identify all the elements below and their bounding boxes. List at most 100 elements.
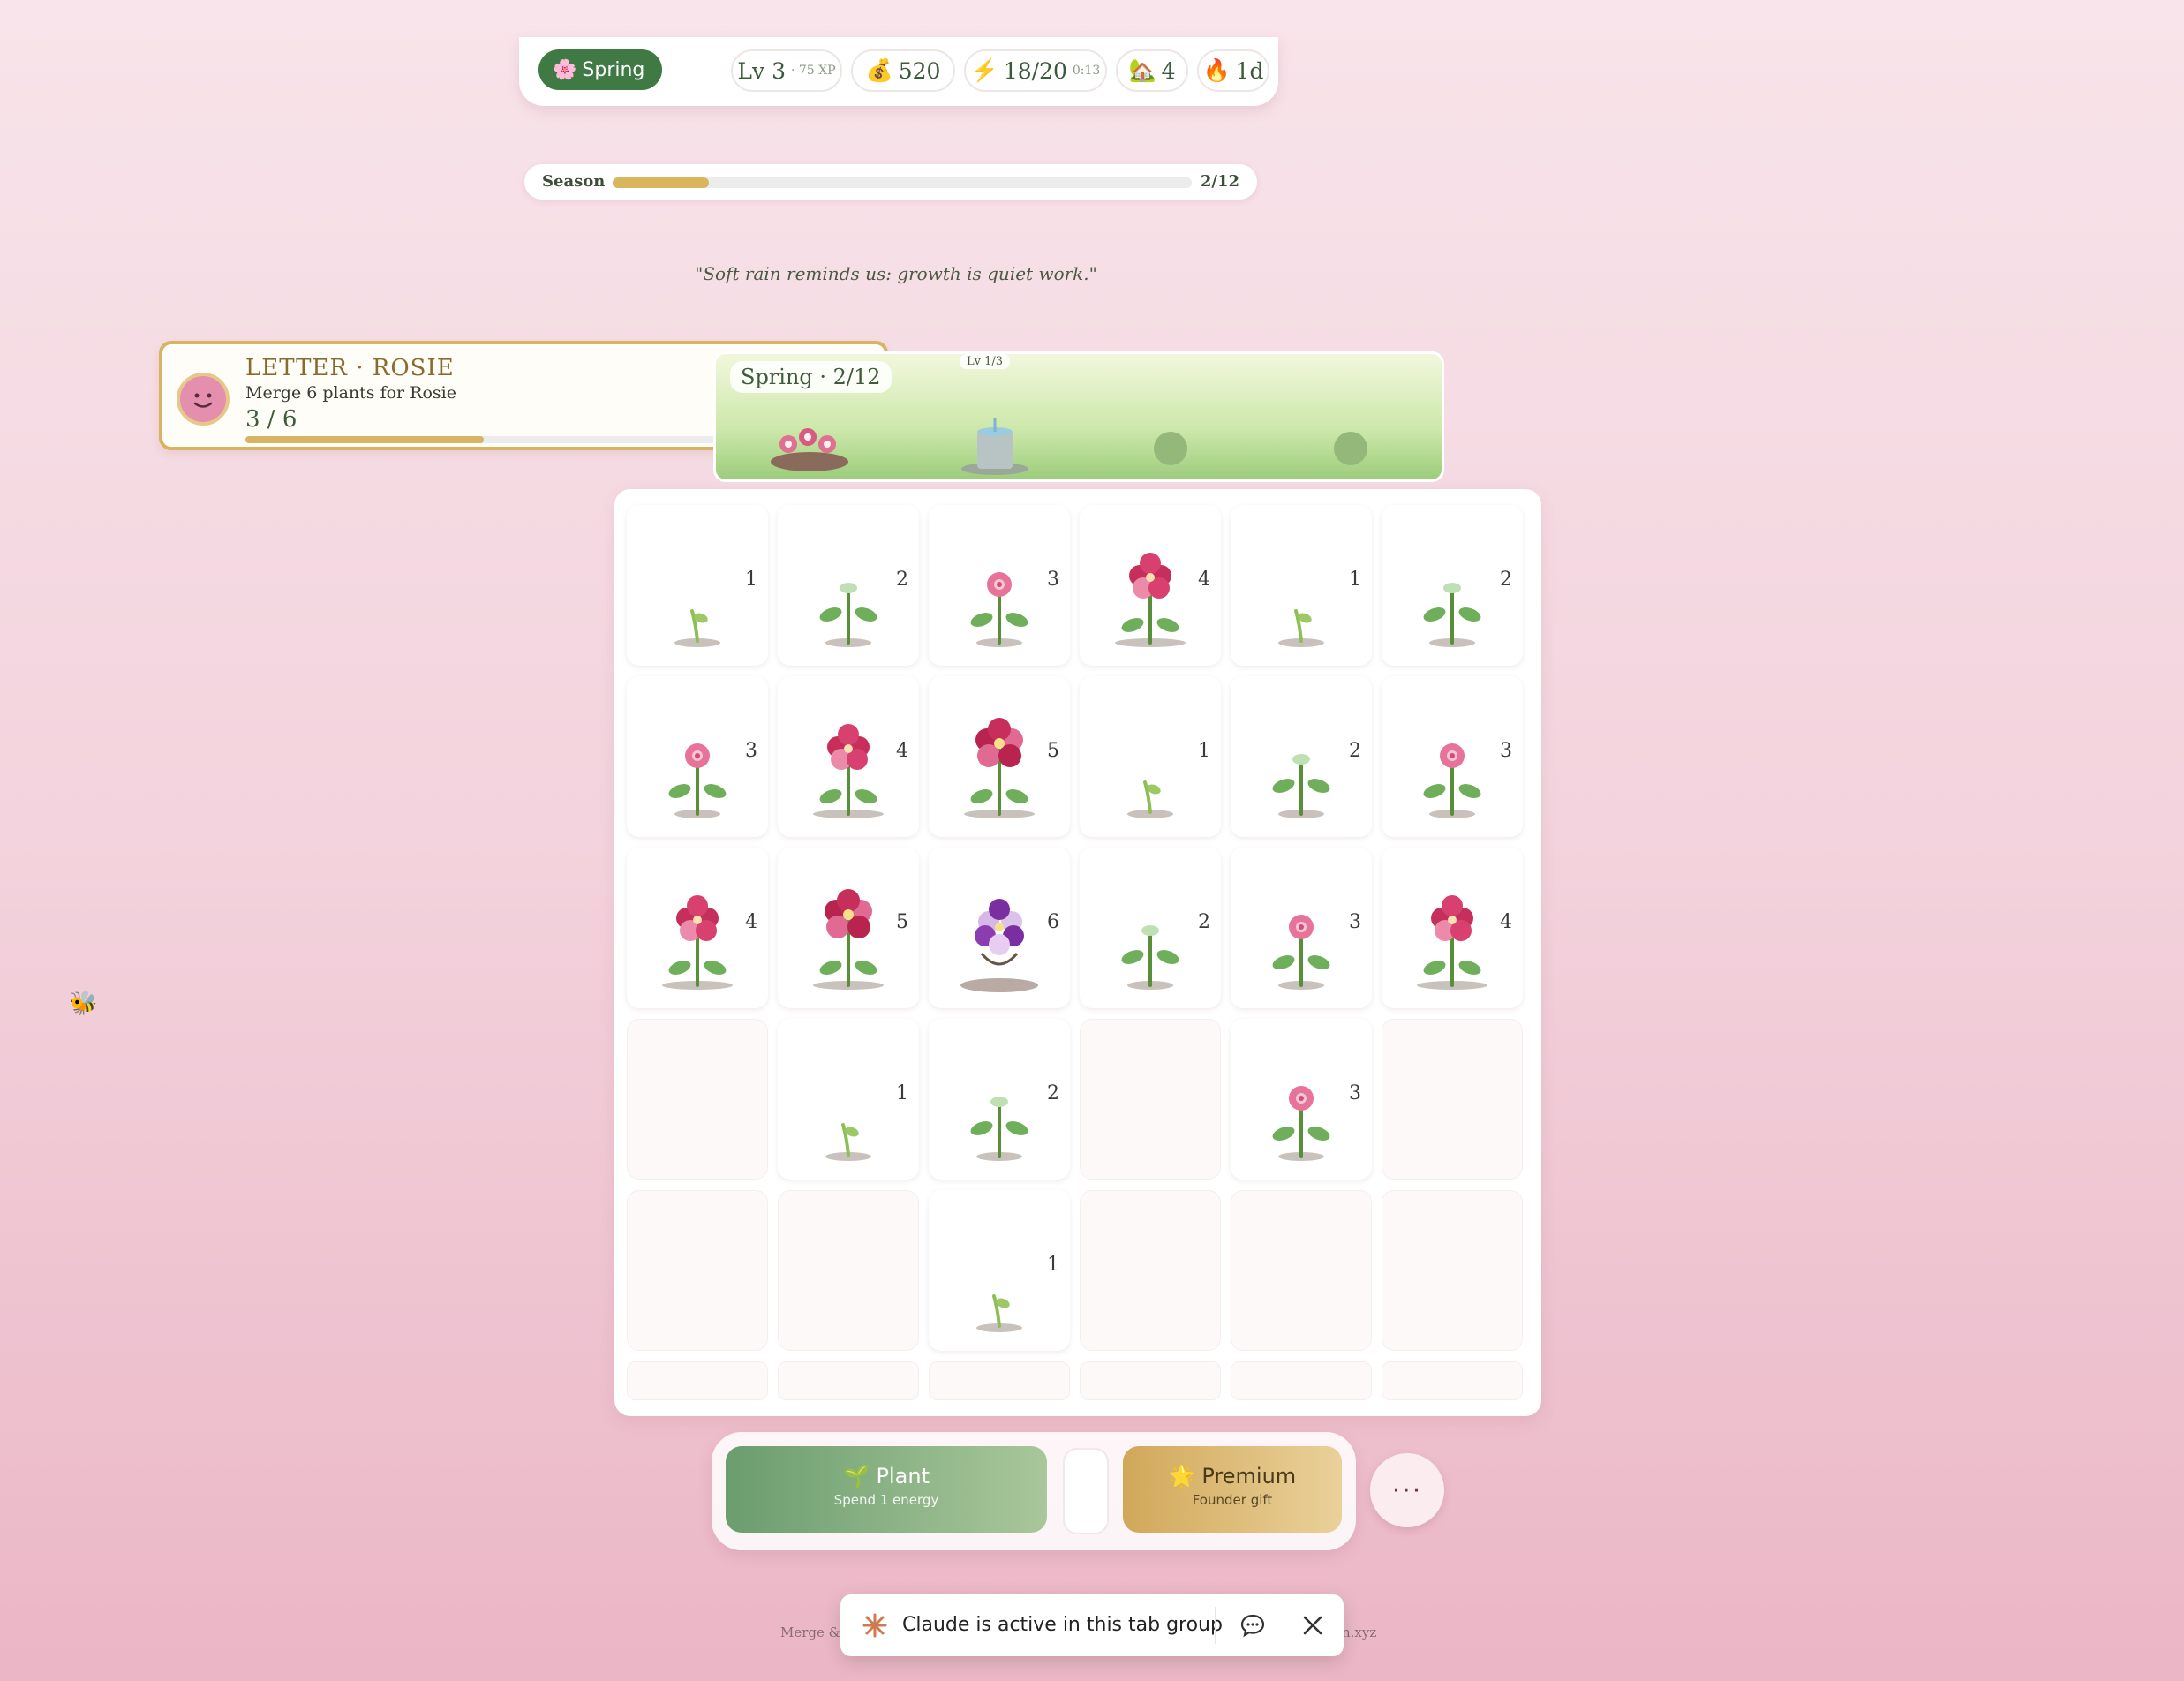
flower-bed-icon xyxy=(771,428,848,471)
coins-value: 520 xyxy=(898,57,941,84)
season-pill[interactable]: 🌸 Spring xyxy=(538,49,663,90)
plant-level-1-icon xyxy=(825,1123,871,1161)
plant-tile[interactable]: 3 xyxy=(1231,1019,1372,1180)
premium-button-sub: Founder gift xyxy=(1192,1492,1273,1508)
season-progress: Season 2/12 xyxy=(524,164,1257,200)
more-dots-icon: ··· xyxy=(1391,1474,1423,1506)
plant-tile[interactable]: 5 xyxy=(929,676,1070,837)
season-name: Spring xyxy=(582,58,645,81)
plant-level-2-icon xyxy=(1121,925,1179,990)
plant-button[interactable]: 🌱 Plant Spend 1 energy xyxy=(726,1446,1047,1533)
plant-level-label: 2 xyxy=(1047,1082,1059,1104)
empty-tile[interactable] xyxy=(1080,1019,1221,1180)
chat-bubble-icon[interactable] xyxy=(1239,1612,1266,1639)
plant-level-3-icon xyxy=(1272,915,1330,990)
plant-tile[interactable]: 4 xyxy=(1382,848,1523,1008)
empty-tile[interactable] xyxy=(1080,1361,1221,1400)
plant-tile[interactable]: 3 xyxy=(1382,676,1523,837)
more-options-button[interactable]: ··· xyxy=(1370,1453,1444,1527)
footer-text-left: Merge & I xyxy=(780,1624,850,1640)
flower-icon: 🌸 xyxy=(553,58,577,81)
plant-level-2-icon xyxy=(1423,583,1481,647)
level-value: Lv 3 xyxy=(737,57,786,84)
plant-tile[interactable]: 5 xyxy=(778,848,919,1008)
plant-level-6-icon xyxy=(960,899,1038,992)
plant-level-3-icon xyxy=(668,743,727,818)
empty-tile[interactable] xyxy=(1080,1190,1221,1351)
houses-stat[interactable]: 🏡 4 xyxy=(1116,49,1188,92)
plant-tile[interactable]: 2 xyxy=(1231,676,1372,837)
season-progress-count: 2/12 xyxy=(1200,172,1239,191)
streak-stat[interactable]: 🔥 1d xyxy=(1197,49,1269,92)
empty-tile[interactable] xyxy=(778,1361,919,1400)
plant-tile[interactable]: 2 xyxy=(1080,848,1221,1008)
bee-icon[interactable]: 🐝 xyxy=(69,991,97,1017)
plant-tile[interactable]: 2 xyxy=(1382,505,1523,666)
letter-progress-text: 3 / 6 xyxy=(245,406,297,433)
plant-level-5-icon xyxy=(964,718,1035,818)
star-gift-icon: 🌟 xyxy=(1168,1464,1195,1489)
letter-title: LETTER · ROSIE xyxy=(245,355,455,381)
plant-tile[interactable]: 2 xyxy=(778,505,919,666)
plant-tile[interactable]: 4 xyxy=(778,676,919,837)
plant-tile[interactable]: 4 xyxy=(627,848,768,1008)
plant-level-label: 2 xyxy=(1198,911,1210,933)
empty-tile[interactable] xyxy=(778,1190,919,1351)
plant-tile[interactable]: 3 xyxy=(627,676,768,837)
plant-level-label: 3 xyxy=(745,740,757,762)
plant-level-2-icon xyxy=(970,1097,1028,1161)
merge-board: 1 2 3 4 1 2 3 4 5 1 2 3 4 5 6 2 3 4 1 2 3 1 xyxy=(614,489,1541,1416)
plant-tile[interactable]: 1 xyxy=(1080,676,1221,837)
plant-tile[interactable]: 1 xyxy=(778,1019,919,1180)
level-stat[interactable]: Lv 3 · 75 XP xyxy=(731,49,842,92)
plant-level-label: 3 xyxy=(1349,911,1361,933)
scene-level: Lv 1/3 xyxy=(960,354,1011,369)
empty-tile[interactable] xyxy=(1382,1361,1523,1400)
garden-scene[interactable]: Spring · 2/12 Lv 1/3 xyxy=(713,351,1444,482)
plant-level-4-icon xyxy=(662,895,733,990)
plant-tile[interactable]: 6 xyxy=(929,848,1070,1008)
daily-quote: "Soft rain reminds us: growth is quiet w… xyxy=(695,263,1097,284)
empty-tile[interactable] xyxy=(1382,1190,1523,1351)
toast-message: Claude is active in this tab group xyxy=(902,1614,1223,1636)
top-status-bar: 🌸 Spring Lv 3 · 75 XP 💰 520 ⚡ 18/20 0:13… xyxy=(519,37,1278,106)
close-icon[interactable] xyxy=(1301,1614,1324,1637)
claude-sparkle-icon xyxy=(862,1613,887,1638)
empty-tile[interactable] xyxy=(627,1361,768,1400)
plant-level-1-icon xyxy=(674,609,720,647)
plant-tile[interactable]: 1 xyxy=(627,505,768,666)
plant-tile[interactable]: 1 xyxy=(929,1190,1070,1351)
empty-tile[interactable] xyxy=(627,1190,768,1351)
plant-level-4-icon xyxy=(1115,553,1186,647)
plant-tile[interactable]: 3 xyxy=(1231,848,1372,1008)
plant-level-label: 1 xyxy=(745,569,757,591)
footer-text-right: n.xyz xyxy=(1342,1624,1377,1640)
coins-stat[interactable]: 💰 520 xyxy=(851,49,955,92)
plant-tile[interactable]: 1 xyxy=(1231,505,1372,666)
letter-progress-fill xyxy=(245,436,484,443)
plant-level-label: 3 xyxy=(1349,1082,1361,1104)
plant-tile[interactable]: 2 xyxy=(929,1019,1070,1180)
empty-tile[interactable] xyxy=(929,1361,1070,1400)
energy-stat[interactable]: ⚡ 18/20 0:13 xyxy=(964,49,1107,92)
empty-plot-icon xyxy=(1154,432,1187,465)
plant-level-label: 5 xyxy=(896,911,908,933)
energy-value: 18/20 xyxy=(1003,57,1067,84)
plant-tile[interactable]: 4 xyxy=(1080,505,1221,666)
claude-status-toast: Claude is active in this tab group xyxy=(840,1594,1344,1656)
empty-tile[interactable] xyxy=(627,1019,768,1180)
season-progress-track xyxy=(613,177,1192,188)
empty-tile[interactable] xyxy=(1231,1190,1372,1351)
lightning-icon: ⚡ xyxy=(970,57,998,83)
plant-tile[interactable]: 3 xyxy=(929,505,1070,666)
money-bag-icon: 💰 xyxy=(865,57,893,83)
plant-level-label: 1 xyxy=(1198,740,1210,762)
smiley-face-icon xyxy=(193,393,213,408)
season-progress-label: Season xyxy=(542,172,606,191)
inventory-slot[interactable] xyxy=(1063,1448,1109,1534)
xp-value: · 75 XP xyxy=(791,64,836,78)
plant-level-label: 4 xyxy=(1198,569,1210,591)
empty-tile[interactable] xyxy=(1382,1019,1523,1180)
empty-tile[interactable] xyxy=(1231,1361,1372,1400)
premium-button[interactable]: 🌟 Premium Founder gift xyxy=(1123,1446,1342,1533)
